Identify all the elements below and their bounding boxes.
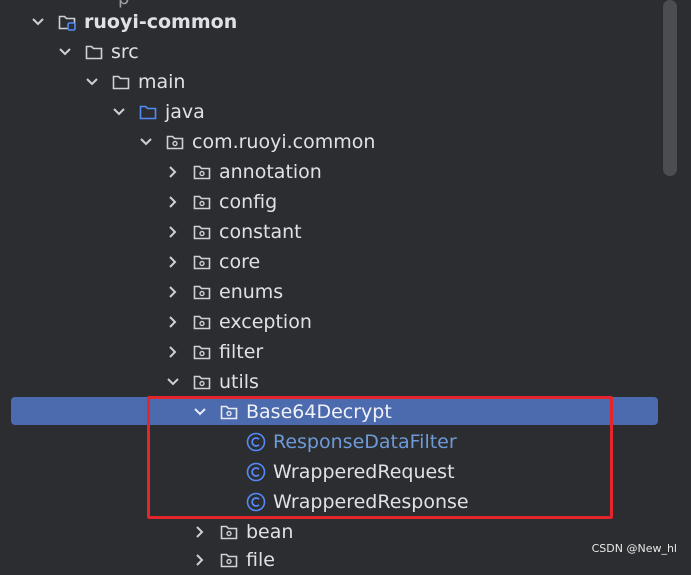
chevron-down-icon[interactable] (57, 44, 73, 60)
tree-item-main[interactable]: main (0, 67, 691, 97)
tree-item-config[interactable]: config (0, 187, 691, 217)
watermark: CSDN @New_hl (591, 542, 677, 555)
tree-item-label: main (138, 71, 186, 93)
tree-item-core[interactable]: core (0, 247, 691, 277)
chevron-right-icon[interactable] (165, 194, 181, 210)
tree-item-label: com.ruoyi.common (192, 131, 376, 153)
chevron-down-icon[interactable] (84, 74, 100, 90)
tree-item-label: java (165, 101, 205, 123)
chevron-right-icon[interactable] (192, 524, 208, 540)
tree-item-label: utils (219, 371, 259, 393)
tree-item-label: ruoyi-common (84, 11, 238, 33)
chevron-right-icon[interactable] (165, 164, 181, 180)
tree-item-enums[interactable]: enums (0, 277, 691, 307)
tree-item-label: constant (219, 221, 302, 243)
tree-item-annotation[interactable]: annotation (0, 157, 691, 187)
tree-item-constant[interactable]: constant (0, 217, 691, 247)
tree-item-label: src (111, 41, 139, 63)
chevron-right-icon[interactable] (192, 552, 208, 568)
tree-item-label: file (246, 549, 275, 571)
vertical-scrollbar[interactable] (663, 0, 677, 176)
folder-icon (112, 75, 130, 90)
chevron-right-icon[interactable] (165, 344, 181, 360)
tree-item-label: filter (219, 341, 264, 363)
tree-item-src[interactable]: src (0, 37, 691, 67)
tree-item-label: enums (219, 281, 284, 303)
tree-item-java[interactable]: java (0, 97, 691, 127)
source-folder-icon (139, 105, 157, 120)
package-icon (166, 135, 184, 150)
package-icon (193, 315, 211, 330)
chevron-right-icon[interactable] (165, 254, 181, 270)
tree-item-ruoyi-common[interactable]: ruoyi-common (0, 7, 691, 37)
chevron-right-icon[interactable] (165, 314, 181, 330)
package-icon (193, 165, 211, 180)
tree-item-label: core (219, 251, 261, 273)
tree-item-exception[interactable]: exception (0, 307, 691, 337)
package-icon (220, 553, 238, 568)
folder-icon (85, 45, 103, 60)
package-icon (193, 345, 211, 360)
package-icon (193, 225, 211, 240)
chevron-right-icon[interactable] (165, 284, 181, 300)
chevron-down-icon[interactable] (111, 104, 127, 120)
package-icon (193, 375, 211, 390)
chevron-down-icon[interactable] (30, 14, 46, 30)
package-icon (193, 195, 211, 210)
chevron-down-icon[interactable] (138, 134, 154, 150)
tree-item-label: config (219, 191, 278, 213)
tree-item-label: annotation (219, 161, 322, 183)
chevron-down-icon[interactable] (165, 374, 181, 390)
project-tree: p ruoyi-common src main java com.ruoyi.c… (0, 0, 691, 571)
tree-item-label: bean (246, 521, 294, 543)
tree-item-label: exception (219, 311, 312, 333)
package-icon (193, 255, 211, 270)
tree-item-filter[interactable]: filter (0, 337, 691, 367)
annotation-highlight-box (147, 396, 613, 519)
tree-item-bean[interactable]: bean (0, 517, 691, 547)
tree-item-com-ruoyi-common[interactable]: com.ruoyi.common (0, 127, 691, 157)
chevron-right-icon[interactable] (165, 224, 181, 240)
tree-item-file[interactable]: file (0, 545, 691, 575)
package-icon (193, 285, 211, 300)
tree-item-utils[interactable]: utils (0, 367, 691, 397)
module-folder-icon (58, 15, 76, 31)
package-icon (220, 525, 238, 540)
